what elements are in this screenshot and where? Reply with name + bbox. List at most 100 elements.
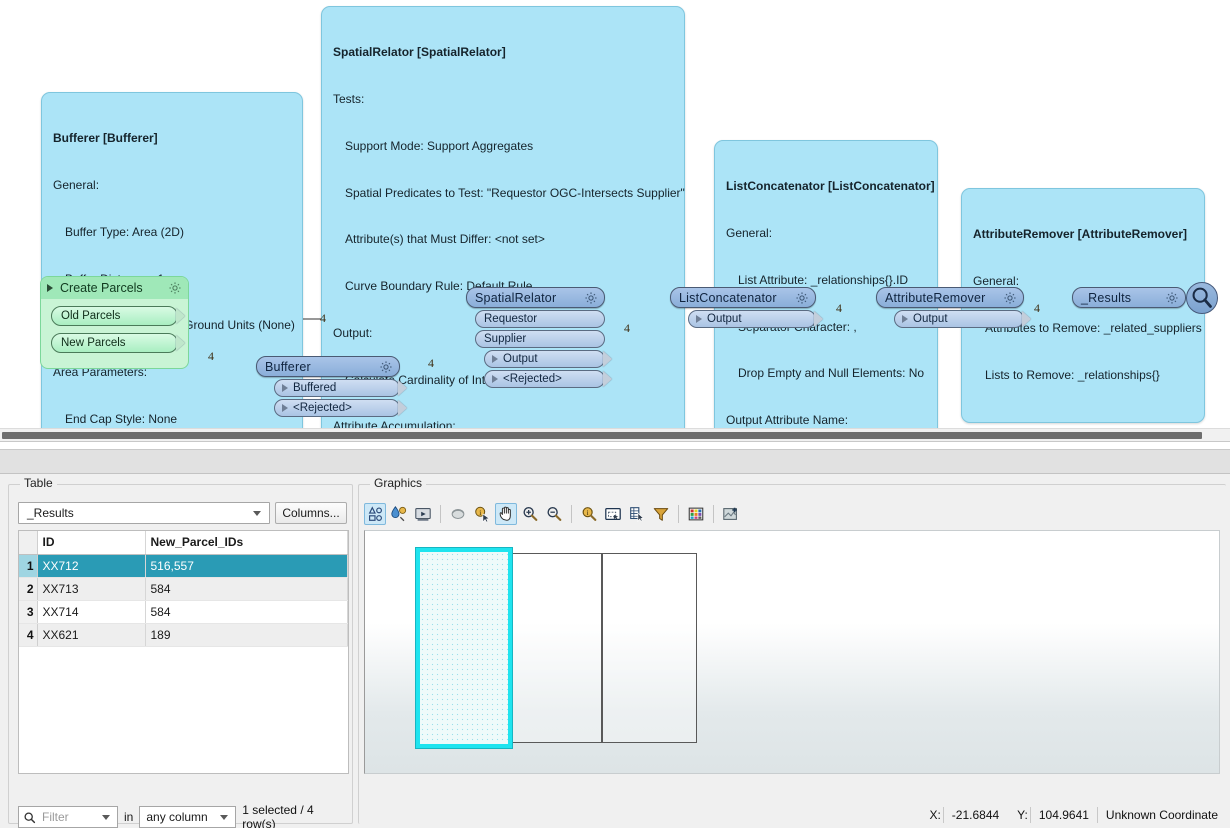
node-header[interactable]: AttributeRemover <box>876 287 1024 308</box>
parcel-shape[interactable] <box>507 553 602 743</box>
node-header[interactable]: SpatialRelator <box>466 287 605 308</box>
rotate-3d-icon[interactable] <box>447 503 469 525</box>
parcel-shape[interactable] <box>602 553 697 743</box>
row-number: 1 <box>19 554 38 578</box>
parcel-fill-pattern <box>420 552 508 744</box>
node-listconcatenator[interactable]: ListConcatenator Output <box>670 287 823 328</box>
node-bufferer[interactable]: Bufferer Buffered <Rejected> <box>256 356 407 417</box>
zoom-in-icon[interactable] <box>519 503 541 525</box>
table-row[interactable]: 3 XX714 584 <box>19 600 348 624</box>
canvas-horizontal-scrollbar[interactable] <box>0 428 1230 442</box>
panel-splitter[interactable] <box>0 450 1230 474</box>
zoom-out-icon[interactable] <box>543 503 565 525</box>
gear-icon[interactable] <box>168 281 182 295</box>
filter-funnel-icon[interactable] <box>650 503 672 525</box>
output-connector-nub[interactable] <box>603 351 612 367</box>
node-header[interactable]: _Results <box>1072 287 1186 308</box>
node-port-output[interactable]: Output <box>688 310 823 328</box>
node-input-supplier[interactable]: Supplier <box>475 330 605 348</box>
table-header-row: ID New_Parcel_IDs <box>19 531 348 555</box>
annotation-line: Attribute Accumulation: <box>333 419 456 428</box>
zoom-to-feature-icon[interactable]: i <box>578 503 600 525</box>
cell-new-parcel-ids[interactable]: 584 <box>145 600 348 624</box>
table-row[interactable]: 1 XX712 516,557 <box>19 554 348 578</box>
node-header[interactable]: Bufferer <box>256 356 400 377</box>
node-header[interactable]: ListConcatenator <box>670 287 816 308</box>
graphics-viewport[interactable] <box>364 530 1220 774</box>
output-connector-nub[interactable] <box>176 335 185 351</box>
table-pointer-icon[interactable] <box>626 503 648 525</box>
gear-icon[interactable] <box>795 291 809 305</box>
chevron-down-icon[interactable] <box>253 510 261 516</box>
dataset-select[interactable]: _Results <box>18 502 270 524</box>
cell-id[interactable]: XX713 <box>37 577 146 601</box>
gear-icon[interactable] <box>1003 291 1017 305</box>
node-attributeremover[interactable]: AttributeRemover Output <box>876 287 1031 328</box>
output-connector-nub[interactable] <box>176 308 185 324</box>
annotation-listconcatenator[interactable]: ListConcatenator [ListConcatenator] Gene… <box>714 140 938 428</box>
bottom-dock: Table _Results Columns... ID New_Parcel_… <box>0 474 1230 828</box>
node-port-rejected[interactable]: <Rejected> <box>274 399 407 417</box>
selected-parcel-shape[interactable] <box>416 548 512 748</box>
node-input-requestor[interactable]: Requestor <box>475 310 605 328</box>
zoom-to-selection-icon[interactable] <box>602 503 624 525</box>
annotation-line: Buffer Type: Area (2D) <box>65 224 184 239</box>
output-connector-nub[interactable] <box>814 311 823 327</box>
column-header-new-parcel-ids[interactable]: New_Parcel_IDs <box>145 531 348 555</box>
output-connector-nub[interactable] <box>1022 311 1031 327</box>
node-port-buffered[interactable]: Buffered <box>274 379 407 397</box>
cell-new-parcel-ids[interactable]: 189 <box>145 623 348 647</box>
inspect-geometry-icon[interactable] <box>388 503 410 525</box>
presentation-icon[interactable] <box>412 503 434 525</box>
gear-icon[interactable] <box>584 291 598 305</box>
annotation-line: Tests: <box>333 91 365 106</box>
output-connector-nub[interactable] <box>603 371 612 387</box>
node-spatialrelator[interactable]: SpatialRelator Requestor Supplier Output <box>466 287 612 388</box>
results-grid[interactable]: ID New_Parcel_IDs 1 XX712 516,557 2 XX71… <box>18 530 349 774</box>
wire-count-label: 4 <box>320 311 326 325</box>
node-port-output[interactable]: Output <box>484 350 612 368</box>
table-row[interactable]: 4 XX621 189 <box>19 623 348 647</box>
cell-new-parcel-ids[interactable]: 584 <box>145 577 348 601</box>
color-palette-icon[interactable] <box>685 503 707 525</box>
column-header-id[interactable]: ID <box>37 531 146 555</box>
inspect-magnifier-button[interactable] <box>1186 282 1218 314</box>
select-features-icon[interactable] <box>364 503 386 525</box>
cell-new-parcel-ids[interactable]: 516,557 <box>145 554 348 578</box>
port-triangle-icon <box>696 315 702 323</box>
columns-button[interactable]: Columns... <box>275 502 347 524</box>
add-background-icon[interactable] <box>720 503 742 525</box>
gear-icon[interactable] <box>379 360 393 374</box>
pan-hand-icon[interactable] <box>495 503 517 525</box>
annotation-title: AttributeRemover [AttributeRemover] <box>973 227 1188 242</box>
scrollbar-thumb[interactable] <box>2 432 1202 439</box>
output-connector-nub[interactable] <box>398 400 407 416</box>
gear-icon[interactable] <box>1165 291 1179 305</box>
cell-id[interactable]: XX712 <box>37 554 146 578</box>
bookmark-create-parcels[interactable]: Create Parcels Old Parcels New Parcels <box>40 276 189 369</box>
annotation-line: Attribute(s) that Must Differ: <not set> <box>345 232 545 247</box>
toolbar-separator <box>678 505 679 523</box>
port-label: Output <box>707 313 742 325</box>
expand-triangle-icon[interactable] <box>47 284 53 292</box>
bookmark-title-bar[interactable]: Create Parcels <box>41 277 188 299</box>
node-results[interactable]: _Results <box>1072 287 1186 308</box>
cell-id[interactable]: XX621 <box>37 623 146 647</box>
workflow-canvas[interactable]: Bufferer [Bufferer] General: Buffer Type… <box>0 0 1230 428</box>
info-pointer-icon[interactable]: i <box>471 503 493 525</box>
port-label: Supplier <box>484 333 527 345</box>
group-port-new-parcels[interactable]: New Parcels <box>51 333 185 353</box>
output-connector-nub[interactable] <box>398 380 407 396</box>
graphics-panel-legend: Graphics <box>370 476 427 490</box>
group-port-old-parcels[interactable]: Old Parcels <box>51 306 185 326</box>
table-panel-legend: Table <box>20 476 57 490</box>
annotation-line: List Attribute: _relationships{}.ID <box>738 272 909 287</box>
table-row[interactable]: 2 XX713 584 <box>19 577 348 601</box>
results-table: ID New_Parcel_IDs 1 XX712 516,557 2 XX71… <box>19 531 348 647</box>
annotation-line: General: <box>726 225 773 240</box>
annotation-title: SpatialRelator [SpatialRelator] <box>333 45 506 60</box>
cell-id[interactable]: XX714 <box>37 600 146 624</box>
node-port-output[interactable]: Output <box>894 310 1031 328</box>
node-port-rejected[interactable]: <Rejected> <box>484 370 612 388</box>
svg-text:i: i <box>479 509 481 517</box>
